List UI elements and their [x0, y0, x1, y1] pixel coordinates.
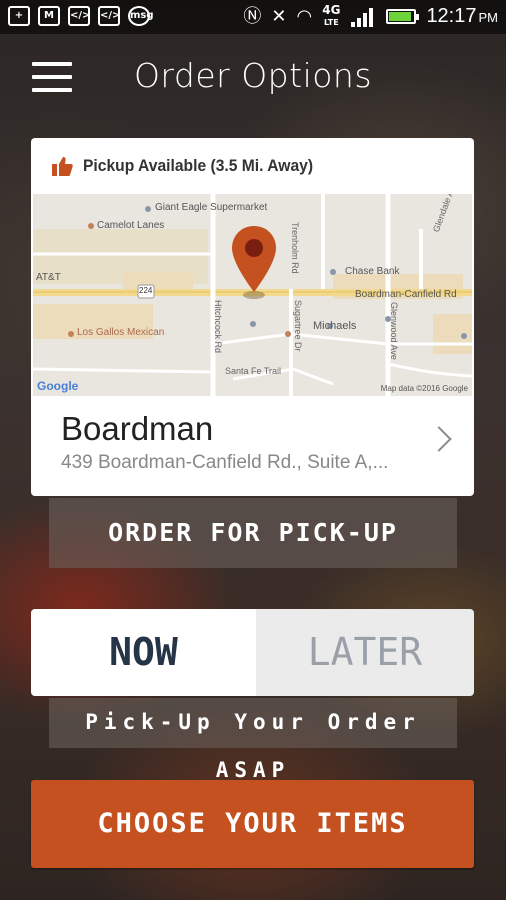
later-option[interactable]: LATER [256, 609, 474, 696]
map-data-credit: Map data ©2016 Google [380, 384, 468, 393]
map-label-sugartree: Sugartree Dr [293, 300, 303, 352]
map-label-camelot: Camelot Lanes [97, 220, 165, 231]
nfc-icon: Ⓝ [243, 5, 262, 27]
map-label-los-gallos: Los Gallos Mexican [77, 327, 165, 338]
pickup-available-text: Pickup Available (3.5 Mi. Away) [83, 156, 314, 175]
map-label-trenholm: Trenholm Rd [290, 222, 300, 274]
choose-your-items-button[interactable]: CHOOSE YOUR ITEMS [31, 780, 474, 868]
wifi-icon: ◠ [296, 5, 313, 27]
map-label-att: AT&T [36, 272, 61, 283]
clock: 12:17 PM [426, 5, 498, 27]
map-pin-icon [232, 226, 276, 299]
pickup-asap-text: Pick-Up Your Order ASAP [49, 698, 457, 782]
map-label-glenwood: Glenwood Ave [389, 302, 399, 360]
store-address: 439 Boardman-Canfield Rd., Suite A,... [61, 452, 389, 473]
battery-icon [386, 9, 420, 24]
add-notification-icon: + [8, 6, 30, 26]
map-label-michaels: Michaels [313, 320, 357, 332]
order-for-pickup-button[interactable]: ORDER FOR PICK-UP [49, 498, 457, 568]
map-label-hitchcock: Hitchcock Rd [213, 300, 223, 354]
pickup-availability: Pickup Available (3.5 Mi. Away) [31, 138, 474, 194]
map-label-giant-eagle: Giant Eagle Supermarket [155, 202, 268, 213]
now-option[interactable]: NOW [31, 609, 256, 696]
map-label-chase: Chase Bank [345, 266, 400, 277]
signal-icon [351, 7, 374, 27]
route-shield: 224 [139, 286, 153, 295]
battery-level-fill [389, 12, 412, 21]
code-icon: </> [68, 6, 90, 26]
page-title: Order Options [133, 56, 373, 95]
gmail-icon: M [38, 6, 60, 26]
store-name: Boardman [61, 410, 214, 447]
map-label-santa-fe: Santa Fe Trail [225, 366, 282, 376]
network-type-icon: 4G LTE [322, 3, 341, 27]
time-toggle: NOW LATER [31, 609, 474, 696]
mute-icon: ✕ [271, 5, 287, 27]
chat-bubble-icon: msg [128, 6, 154, 26]
code-icon: </> [98, 6, 120, 26]
chevron-right-icon[interactable] [426, 426, 452, 452]
google-logo: Google [37, 379, 79, 393]
store-map[interactable]: Giant Eagle Supermarket Camelot Lanes AT… [33, 194, 472, 396]
thumbs-up-icon [52, 157, 73, 176]
status-bar: + M </> </> msg Ⓝ ✕ ◠ 4G LTE 12:17 PM [0, 0, 506, 34]
map-label-canfield: Boardman-Canfield Rd [355, 289, 457, 300]
location-card[interactable]: Pickup Available (3.5 Mi. Away) Giant Ea… [31, 138, 474, 496]
